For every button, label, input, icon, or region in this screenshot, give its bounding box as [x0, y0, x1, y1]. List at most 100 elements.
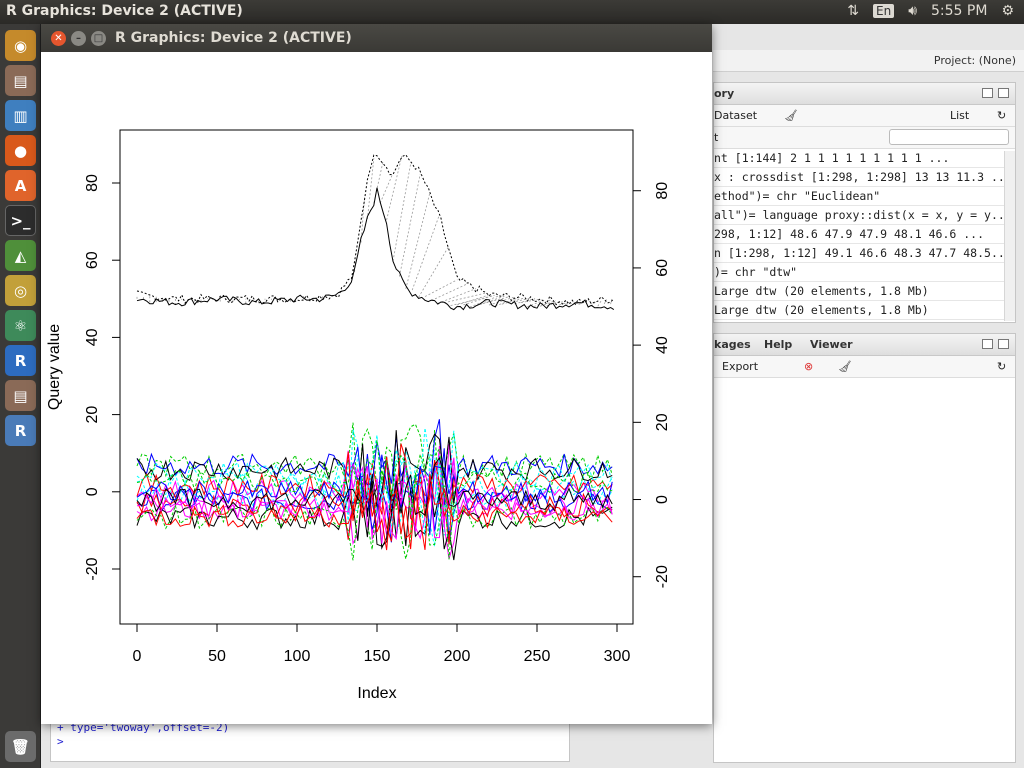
terminal-icon[interactable]: >_ — [5, 205, 36, 236]
query-series-line — [136, 187, 615, 311]
android-studio-icon[interactable]: ◭ — [5, 240, 36, 271]
alignment-line — [424, 279, 458, 297]
r-graphics-window: ✕ – □ R Graphics: Device 2 (ACTIVE) 0 50 1… — [41, 24, 712, 724]
export-button[interactable]: Export — [722, 360, 758, 373]
refresh-icon[interactable]: ↻ — [997, 360, 1006, 373]
software-center-icon[interactable]: A — [5, 170, 36, 201]
y-tick-label-right: 80 — [654, 182, 671, 200]
ubuntu-icon[interactable]: ◉ — [5, 30, 36, 61]
y-tick-label-right: 60 — [654, 259, 671, 277]
alignment-line — [418, 247, 449, 298]
clock[interactable]: 5:55 PM — [931, 3, 987, 19]
gear-icon[interactable]: ⚙ — [1001, 3, 1014, 19]
global-env-select[interactable]: t — [714, 131, 718, 144]
environment-list: nt [1:144] 2 1 1 1 1 1 1 1 1 1 ... x : c… — [714, 149, 1015, 320]
tab-packages[interactable]: kages — [714, 338, 751, 351]
launcher: ◉ ▤ ▥ ● A >_ ◭ ◎ ⚛ R ▤ R 🗑︎ — [0, 24, 41, 768]
list-item[interactable]: 298, 1:12] 48.6 47.9 47.9 48.1 46.6 ... — [714, 225, 1015, 244]
y-axis-label: Query value — [46, 324, 63, 410]
files-icon[interactable]: ▤ — [5, 380, 36, 411]
keyboard-layout-indicator[interactable]: En — [873, 4, 895, 18]
x-tick-label: 100 — [284, 648, 311, 665]
plot-canvas: 0 50 100 150 200 250 300 -20 0 20 40 60 80 -20 0 20 40 60… — [46, 129, 671, 702]
refresh-icon[interactable]: ↻ — [997, 109, 1006, 122]
network-icon[interactable]: ⇅ — [847, 3, 859, 19]
r-icon[interactable]: R — [5, 345, 36, 376]
broom-icon[interactable]: 🧹︎ — [838, 360, 852, 373]
trash-icon[interactable]: 🗑︎ — [5, 731, 36, 762]
window-title: R Graphics: Device 2 (ACTIVE) — [115, 30, 352, 46]
atom-icon[interactable]: ⚛ — [5, 310, 36, 341]
y-tick-label-left: 40 — [84, 328, 101, 346]
list-item[interactable]: all")= language proxy::dist(x = x, y = y… — [714, 206, 1015, 225]
environment-scrollbar[interactable] — [1004, 151, 1015, 321]
plot-box — [119, 129, 634, 625]
system-tray: ⇅ En 🔊︎ 5:55 PM ⚙ — [847, 3, 1014, 19]
y-tick-label-right: 20 — [654, 413, 671, 431]
alignment-line — [386, 156, 403, 221]
axes-layer: 0 50 100 150 200 250 300 -20 0 20 40 60 80 -20 0 20 40 60… — [84, 174, 671, 665]
broom-icon[interactable]: 🧹︎ — [784, 109, 798, 122]
environment-tabs: ory — [714, 83, 1015, 105]
reference-series-line — [136, 154, 615, 306]
x-tick-label: 50 — [208, 648, 226, 665]
files-icon[interactable]: ▤ — [5, 65, 36, 96]
list-item[interactable]: nt [1:144] 2 1 1 1 1 1 1 1 1 1 ... — [714, 149, 1015, 168]
y-tick-label-left: 0 — [84, 487, 101, 496]
project-menu[interactable]: Project: (None) — [934, 54, 1016, 67]
list-item[interactable]: Large dtw (20 elements, 1.8 Mb) — [714, 282, 1015, 301]
alignment-line — [444, 292, 486, 304]
x-tick-label: 200 — [444, 648, 471, 665]
y-tick-label-left: 60 — [84, 251, 101, 269]
x-tick-label: 250 — [524, 648, 551, 665]
multi-series-line — [136, 457, 613, 544]
alignment-line — [399, 173, 421, 277]
clear-plot-icon[interactable]: ⊗ — [804, 360, 813, 373]
rstudio-icon[interactable]: R — [5, 415, 36, 446]
alignment-line — [379, 174, 393, 204]
tab-viewer[interactable]: Viewer — [810, 338, 853, 351]
maximize-pane-icon[interactable] — [998, 88, 1009, 98]
r-graphics-titlebar[interactable]: ✕ – □ R Graphics: Device 2 (ACTIVE) — [41, 24, 712, 52]
active-window-title: R Graphics: Device 2 (ACTIVE) — [6, 3, 243, 19]
minimize-pane-icon[interactable] — [982, 339, 993, 349]
tab-help[interactable]: Help — [764, 338, 792, 351]
top-panel: R Graphics: Device 2 (ACTIVE) ⇅ En 🔊︎ 5:… — [0, 0, 1024, 24]
volume-icon[interactable]: 🔊︎ — [908, 3, 917, 19]
close-icon[interactable]: ✕ — [51, 31, 66, 46]
view-mode-select[interactable]: List — [950, 109, 969, 122]
import-dataset-button[interactable]: Dataset — [714, 109, 757, 122]
x-axis-label: Index — [357, 685, 396, 702]
files-pane: kages Help Viewer Export ⊗ 🧹︎ ↻ — [713, 333, 1016, 763]
maximize-icon[interactable]: □ — [91, 31, 106, 46]
y-tick-label-right: -20 — [654, 565, 671, 588]
environment-pane: ory Dataset 🧹︎ List ↻ t nt [1:144] 2 1 1… — [713, 82, 1016, 323]
list-item[interactable]: ethod")= chr "Euclidean" — [714, 187, 1015, 206]
minimize-pane-icon[interactable] — [982, 88, 993, 98]
y-tick-label-left: 80 — [84, 174, 101, 192]
chrome-icon[interactable]: ◎ — [5, 275, 36, 306]
y-tick-label-right: 0 — [654, 495, 671, 504]
list-item[interactable]: )= chr "dtw" — [714, 263, 1015, 282]
console[interactable]: + type='twoway',offset=-2) > — [50, 721, 570, 762]
list-item[interactable]: Large dtw (20 elements, 1.8 Mb) — [714, 301, 1015, 320]
libreoffice-writer-icon[interactable]: ▥ — [5, 100, 36, 131]
maximize-pane-icon[interactable] — [998, 339, 1009, 349]
environment-filter-bar: t — [714, 127, 1015, 149]
alignment-line — [431, 283, 467, 301]
alignment-line — [392, 161, 412, 262]
list-item[interactable]: n [1:298, 1:12] 49.1 46.6 48.3 47.7 48.5… — [714, 244, 1015, 263]
y-tick-label-left: 20 — [84, 406, 101, 424]
rstudio-project-bar: Project: (None) — [713, 50, 1024, 72]
environment-search-input[interactable] — [889, 129, 1009, 145]
alignment-line — [469, 295, 500, 308]
minimize-icon[interactable]: – — [71, 31, 86, 46]
firefox-icon[interactable]: ● — [5, 135, 36, 166]
x-tick-label: 300 — [604, 648, 631, 665]
x-tick-label: 0 — [133, 648, 142, 665]
list-item[interactable]: x : crossdist [1:298, 1:298] 13 13 11.3 … — [714, 168, 1015, 187]
files-tabs: kages Help Viewer — [714, 334, 1015, 356]
tab-history[interactable]: ory — [714, 87, 734, 100]
environment-toolbar: Dataset 🧹︎ List ↻ — [714, 105, 1015, 127]
console-prompt[interactable]: > — [57, 735, 64, 748]
